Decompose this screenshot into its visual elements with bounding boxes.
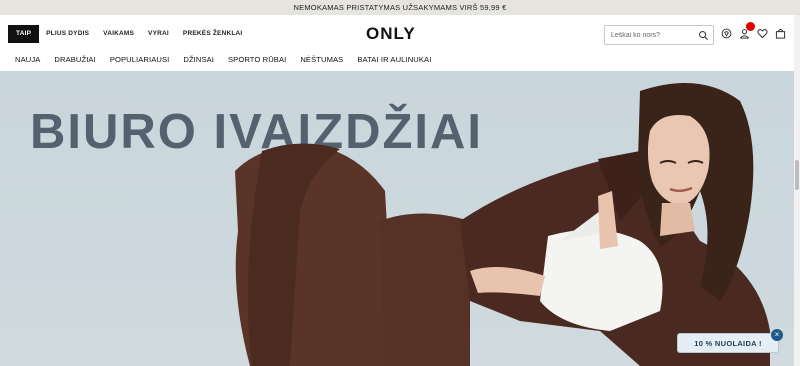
scrollbar-track[interactable] (794, 15, 800, 366)
nav-item-sporto-rubai[interactable]: SPORTO RŪBAI (221, 55, 293, 64)
nav-item-nauja[interactable]: NAUJA (8, 55, 47, 64)
search-box[interactable] (604, 25, 714, 45)
notification-badge (746, 22, 755, 31)
promo-text: NEMOKAMAS PRISTATYMAS UŽSAKYMAMS VIRŠ 59… (293, 3, 507, 12)
hero-model-photo (235, 83, 770, 366)
brand-tab-prekes-zenklai[interactable]: PREKĖS ŽENKLAI (176, 25, 250, 43)
nav-item-populiariausi[interactable]: POPULIARIAUSI (103, 55, 177, 64)
brand-tabs: TAIP PLIUS DYDIS VAIKAMS VYRAI PREKĖS ŽE… (8, 25, 249, 43)
store-locator-icon[interactable] (720, 27, 732, 39)
wishlist-heart-icon[interactable] (756, 27, 768, 39)
brand-tab-taip[interactable]: TAIP (8, 25, 40, 43)
close-icon[interactable]: × (771, 329, 783, 341)
nav-item-nestumas[interactable]: NĖŠTUMAS (293, 55, 350, 64)
nav-item-drabuziai[interactable]: DRABUŽIAI (47, 55, 102, 64)
brand-tab-vyrai[interactable]: VYRAI (141, 25, 176, 43)
brand-tab-plius-dydis[interactable]: PLIUS DYDIS (39, 25, 96, 43)
top-header: TAIP PLIUS DYDIS VAIKAMS VYRAI PREKĖS ŽE… (0, 15, 800, 53)
brand-logo[interactable]: ONLY (366, 24, 416, 44)
brand-tab-vaikams[interactable]: VAIKAMS (96, 25, 141, 43)
scrollbar-thumb[interactable] (795, 160, 799, 190)
promo-banner: NEMOKAMAS PRISTATYMAS UŽSAKYMAMS VIRŠ 59… (0, 0, 800, 15)
search-input[interactable] (611, 31, 701, 39)
category-nav: NAUJA DRABUŽIAI POPULIARIAUSI DŽINSAI SP… (8, 55, 438, 64)
nav-item-batai-ir-aulinukai[interactable]: BATAI IR AULINUKAI (350, 55, 438, 64)
hero-banner[interactable]: BIURO IVAIZDŽIAI (0, 71, 794, 366)
search-icon[interactable] (698, 30, 709, 41)
account-icon[interactable] (738, 22, 755, 39)
nav-item-dzinsai[interactable]: DŽINSAI (176, 55, 221, 64)
header-icons (720, 22, 786, 39)
shopping-bag-icon[interactable] (774, 27, 786, 39)
discount-popup-button[interactable]: 10 % NUOLAIDA ! (677, 333, 779, 353)
